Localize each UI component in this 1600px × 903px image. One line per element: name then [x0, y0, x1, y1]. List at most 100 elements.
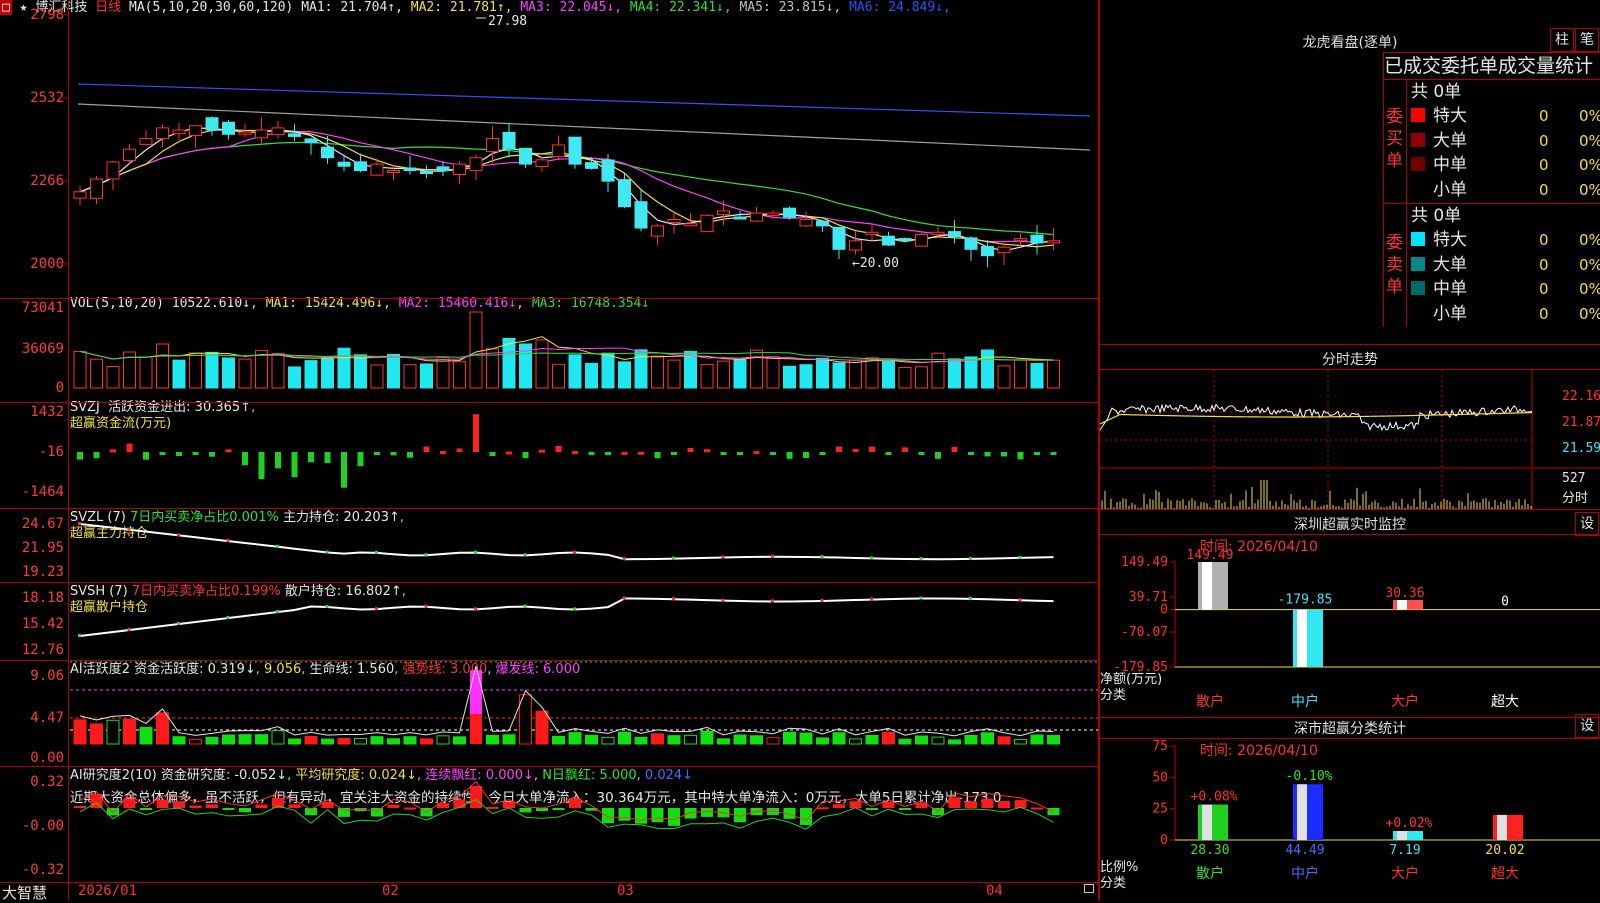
svzj-bar — [143, 452, 149, 460]
price-panel[interactable]: □ ★ 博汇科技 日线 MA(5,10,20,30,60,120) MA1: 2… — [0, 0, 1100, 300]
main-chart-area[interactable]: □ ★ 博汇科技 日线 MA(5,10,20,30,60,120) MA1: 2… — [0, 0, 1100, 902]
monitor-value-label: -179.85 — [1278, 593, 1333, 608]
volume-bar — [106, 365, 120, 389]
sz-monitor-panel[interactable]: 深圳超赢实时监控 设 时间: 2026/04/10 149.49 39.71 0 -7… — [1100, 510, 1600, 718]
monitor-category-label: 散户 — [1196, 693, 1224, 710]
intraday-chart[interactable] — [1099, 370, 1600, 510]
svzl-panel[interactable]: SVZL (7) 7日内买卖净占比0.001% 主力持仓: 20.203↑, 超… — [0, 510, 1100, 582]
buy-row-1: 大单 0 0% — [1411, 129, 1600, 153]
volume-panel[interactable]: VOL(5,10,20) 10522.610↓, MA1: 15424.496↓… — [0, 296, 1100, 398]
sell-row-count: 0 — [1539, 255, 1549, 274]
candle-body — [436, 166, 450, 171]
svzl-line-dot — [721, 555, 725, 559]
research-bar — [998, 801, 1010, 808]
candlestick-chart[interactable] — [0, 0, 1100, 300]
sz-monitor-xlabel: 分类 — [1100, 688, 1127, 703]
buy-side-label: 委买单 — [1386, 107, 1403, 171]
svzj-bar — [93, 452, 100, 459]
svzl-line-dot — [276, 544, 279, 548]
svzj-bar — [176, 452, 182, 456]
activity-bar — [634, 736, 648, 745]
research-bar — [189, 805, 202, 808]
svzj-bar — [209, 452, 215, 457]
volume-bar — [90, 358, 103, 389]
sell-row-pct: 0% — [1579, 255, 1600, 274]
activity-bar — [470, 670, 482, 714]
candle-body — [601, 159, 615, 182]
svzl-line-dot — [870, 556, 873, 560]
date-label: 04 — [986, 883, 1003, 899]
sell-color-swatch — [1411, 281, 1425, 295]
svzj-bar — [539, 449, 545, 453]
activity-bar — [453, 736, 466, 745]
volume-bar — [585, 362, 598, 389]
svzj-bar — [291, 452, 298, 478]
candle-body — [73, 191, 87, 199]
sz-class-panel[interactable]: 深市超赢分类统计 设 时间: 2026/04/10 75 50 25 0 +0.08% 2… — [1100, 714, 1600, 900]
svzl-line-dot — [78, 522, 81, 525]
monitor-axis-label: 0 — [1160, 603, 1168, 618]
activity-bar — [271, 730, 285, 745]
candle-body — [139, 138, 153, 145]
svzl-line-dot — [1018, 555, 1022, 559]
svzj-bar — [555, 445, 562, 452]
research-bar — [288, 804, 301, 808]
buy-row-pct: 0% — [1579, 156, 1600, 174]
svzj-panel[interactable]: SVZJ 活跃资金进出: 30.365↑, 超赢资金流(万元) 1432 -16… — [0, 400, 1100, 508]
dragon-tiger-panel[interactable]: 龙虎看盘(逐单) 柱 笔 已成交委托单成交量统计 委买单 共 0单 特大00%大… — [1100, 0, 1600, 345]
activity-bar — [354, 737, 367, 745]
research-bar — [816, 807, 829, 810]
lock-icon[interactable] — [1084, 884, 1094, 893]
candle-body — [1030, 234, 1044, 244]
ai-activity-panel[interactable]: AI活跃度2 资金活跃度: 0.319↓, 9.056, 生命线: 1.560,… — [0, 661, 1100, 766]
svzj-bar — [374, 452, 380, 455]
candle-body — [931, 231, 945, 235]
svzj-bar — [605, 452, 611, 456]
buy-color-swatch — [1411, 132, 1425, 147]
candle-body — [832, 226, 846, 250]
sell-row-3: 小单 0 0% — [1411, 302, 1600, 326]
intraday-panel[interactable]: 分时走势 22.16 21.87 21.59 527 分时 — [1099, 345, 1600, 510]
volume-bar — [865, 357, 879, 389]
svzj-bar — [341, 452, 347, 488]
research-bar — [602, 808, 614, 824]
activity-bar — [304, 735, 318, 745]
tick-view-button[interactable]: 笔 — [1575, 28, 1599, 52]
svzl-line-dot — [325, 550, 329, 554]
buy-row-pct: 0% — [1579, 131, 1600, 150]
dragon-tiger-title: 龙虎看盘(逐单) — [1302, 35, 1398, 51]
moving-average-line — [79, 127, 1054, 252]
svzj-bar — [126, 443, 133, 452]
candle-body — [1014, 238, 1027, 242]
volume-bar — [964, 356, 978, 389]
candle-body — [469, 157, 483, 171]
class-axis-label: 0 — [1160, 833, 1168, 848]
candle-body — [849, 240, 862, 251]
svsh-line-dot — [573, 607, 576, 611]
svzl-line-dot — [226, 539, 230, 543]
research-avg-line — [79, 798, 1054, 830]
volume-bar — [634, 349, 648, 389]
sell-side-label: 委卖单 — [1386, 233, 1403, 297]
svsh-panel[interactable]: SVSH (7) 7日内买卖净占比0.199% 散户持仓: 16.802↑, 超… — [0, 584, 1100, 660]
svsh-line-dot — [226, 616, 230, 619]
volume-bar — [238, 358, 252, 389]
volume-bar — [502, 337, 516, 389]
research-bar — [140, 808, 152, 810]
class-category-label: 超大 — [1491, 866, 1519, 882]
buy-color-swatch — [1411, 181, 1425, 196]
volume-bar — [651, 355, 664, 389]
volume-bar — [271, 353, 285, 389]
activity-bar — [337, 737, 351, 745]
candle-body — [766, 212, 780, 217]
research-bar — [90, 794, 103, 808]
activity-bar — [766, 737, 780, 745]
candle-body — [568, 136, 582, 165]
svzj-bar — [473, 414, 479, 452]
research-bar — [519, 808, 532, 813]
activity-bar — [585, 734, 598, 745]
bar-view-button[interactable]: 柱 — [1550, 28, 1574, 52]
buy-row-pct: 0% — [1579, 107, 1600, 125]
activity-bar — [90, 723, 103, 745]
ai-research-panel[interactable]: AI研究度2(10) 资金研究度: -0.052↓, 平均研究度: 0.024↓… — [0, 768, 1100, 882]
